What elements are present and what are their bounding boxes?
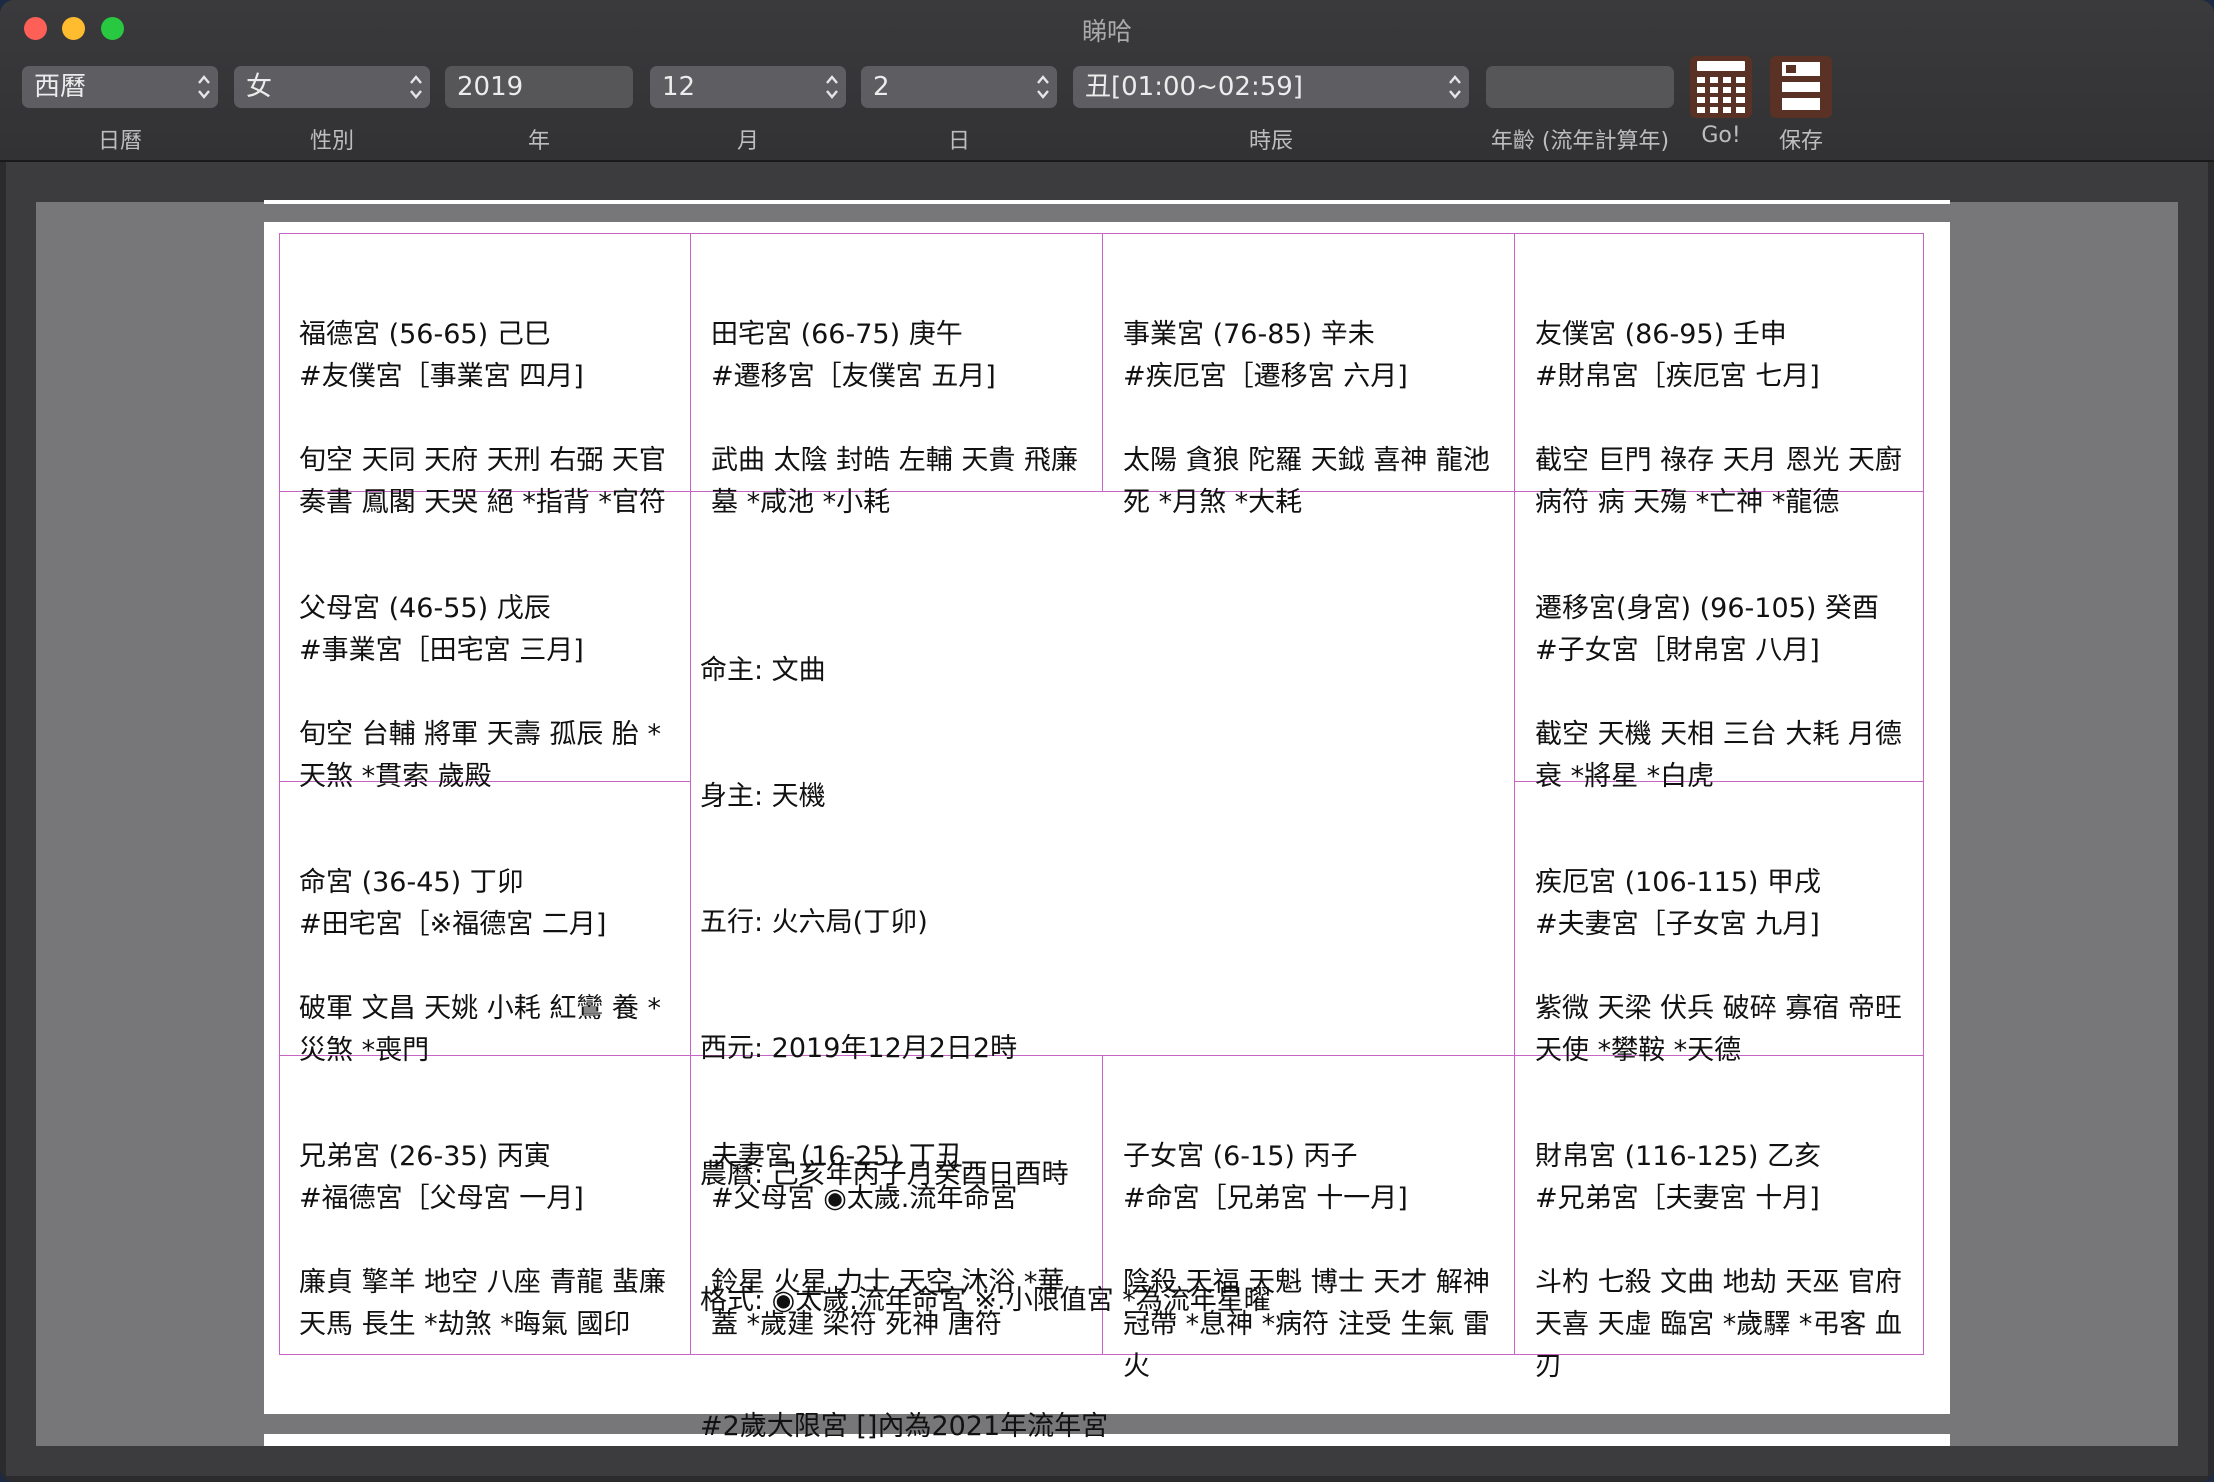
palace-ref: #疾厄宮［遷移宮 六月] xyxy=(1123,361,1408,392)
chart-center-info: 命主: 文曲 身主: 天機 五行: 火六局(丁卯) 西元: 2019年12月2日… xyxy=(700,566,1500,1482)
palace-header: 福德宮 (56-65) 己巳 xyxy=(299,319,551,350)
lunar-date: 農曆: 己亥年丙子月癸酉日酉時 xyxy=(700,1159,1069,1190)
wu-xing: 五行: 火六局(丁卯) xyxy=(700,907,928,938)
month-select-value: 12 xyxy=(662,72,696,102)
ming-zhu: 命主: 文曲 xyxy=(700,655,826,686)
month-label: 月 xyxy=(736,129,759,154)
year-input-value: 2019 xyxy=(457,72,524,102)
age-label: 年齡 (流年計算年) xyxy=(1490,129,1670,154)
save-icon xyxy=(1782,62,1820,110)
shen-zhu: 身主: 天機 xyxy=(700,781,826,812)
palace-ref: #福德宮［父母宮 一月] xyxy=(299,1183,584,1214)
month-select[interactable]: 12 xyxy=(650,66,846,108)
palace-header: 遷移宮(身宮) (96-105) 癸酉 xyxy=(1535,593,1879,624)
hour-chevron-updown-icon xyxy=(1447,72,1463,102)
palace-cell-shiye: 事業宮 (76-85) 辛未 #疾厄宮［遷移宮 六月] 太陽 貪狼 陀羅 天鉞 喜神… xyxy=(1103,230,1514,608)
day-select[interactable]: 2 xyxy=(861,66,1057,108)
palace-header: 命宮 (36-45) 丁卯 xyxy=(299,867,524,898)
solar-date: 西元: 2019年12月2日2時 xyxy=(700,1033,1018,1064)
day-select-value: 2 xyxy=(873,72,890,102)
palace-header: 事業宮 (76-85) 辛未 xyxy=(1123,319,1375,350)
palace-cell-tianzhai: 田宅宮 (66-75) 庚午 #遷移宮［友僕宮 五月] 武曲 太陰 封皓 左輔 天貴… xyxy=(691,230,1102,608)
gender-select[interactable]: 女 xyxy=(234,66,430,108)
hour-label: 時辰 xyxy=(1248,129,1293,154)
palace-legend: #2歲大限宮 []內為2021年流年宮 xyxy=(700,1411,1109,1442)
palace-ref: #遷移宮［友僕宮 五月] xyxy=(711,361,996,392)
go-button[interactable] xyxy=(1690,56,1752,118)
save-button[interactable] xyxy=(1770,56,1832,118)
gender-label: 性別 xyxy=(309,129,354,154)
gender-chevron-updown-icon xyxy=(408,72,424,102)
palace-ref: #夫妻宮［子女宮 九月] xyxy=(1535,909,1820,940)
palace-header: 疾厄宮 (106-115) 甲戌 xyxy=(1535,867,1822,898)
hour-select[interactable]: 丑[01:00~02:59] xyxy=(1073,66,1469,108)
palace-stars: 廉貞 擎羊 地空 八座 青龍 蜚廉 天馬 長生 *劫煞 *晦氣 國印 xyxy=(299,1267,675,1340)
gender-select-value: 女 xyxy=(246,72,273,102)
day-label: 日 xyxy=(947,129,970,154)
palace-ref: #財帛宮［疾厄宮 七月] xyxy=(1535,361,1820,392)
palace-ref: #子女宮［財帛宮 八月] xyxy=(1535,635,1820,666)
year-label: 年 xyxy=(527,129,550,154)
format-legend: 格式: ◉太歲.流年命宮 ※.小限值宮 *為流年星曜 xyxy=(700,1285,1271,1316)
hour-select-value: 丑[01:00~02:59] xyxy=(1085,72,1303,102)
palace-ref: #友僕宮［事業宮 四月] xyxy=(299,361,584,392)
previous-page-edge xyxy=(264,200,1950,204)
palace-header: 兄弟宮 (26-35) 丙寅 xyxy=(299,1141,551,1172)
palace-cell-caibo: 財帛宮 (116-125) 乙亥 #兄弟宮［夫妻宮 十月] 斗杓 七殺 文曲 地劫 … xyxy=(1515,1052,1924,1472)
title-bar: 睇哈 西曆 日曆 女 性別 2019 年 12 月 2 日 丑[01:00~02… xyxy=(0,0,2214,162)
palace-header: 父母宮 (46-55) 戊辰 xyxy=(299,593,551,624)
calendar-label: 日曆 xyxy=(97,129,142,154)
month-chevron-updown-icon xyxy=(824,72,840,102)
calculator-icon xyxy=(1697,61,1745,113)
palace-ref: #事業宮［田宅宮 三月] xyxy=(299,635,584,666)
palace-ref: #田宅宮［※福德宮 二月] xyxy=(299,909,607,940)
palace-stars: 斗杓 七殺 文曲 地劫 天巫 官府 天喜 天虛 臨宮 *歲驛 *弔客 血刃 xyxy=(1535,1267,1911,1382)
calendar-chevron-updown-icon xyxy=(196,72,212,102)
palace-header: 田宅宮 (66-75) 庚午 xyxy=(711,319,963,350)
calendar-select[interactable]: 西曆 xyxy=(22,66,218,108)
year-input[interactable]: 2019 xyxy=(445,66,633,108)
go-label: Go! xyxy=(1701,123,1741,148)
palace-ref: #兄弟宮［夫妻宮 十月] xyxy=(1535,1183,1820,1214)
palace-header: 財帛宮 (116-125) 乙亥 xyxy=(1535,1141,1822,1172)
age-input[interactable] xyxy=(1486,66,1674,108)
palace-stars: 太陽 貪狼 陀羅 天鉞 喜神 龍池 死 *月煞 *大耗 xyxy=(1123,445,1499,518)
window-title: 睇哈 xyxy=(1081,17,1132,46)
palace-header: 友僕宮 (86-95) 壬申 xyxy=(1535,319,1787,350)
app-window: 睇哈 西曆 日曆 女 性別 2019 年 12 月 2 日 丑[01:00~02… xyxy=(0,0,2214,1482)
palace-stars: 武曲 太陰 封皓 左輔 天貴 飛廉 墓 *咸池 *小耗 xyxy=(711,445,1087,518)
palace-cell-xiongdi: 兄弟宮 (26-35) 丙寅 #福德宮［父母宮 一月] 廉貞 擎羊 地空 八座 青龍… xyxy=(279,1052,690,1430)
save-label: 保存 xyxy=(1778,129,1823,154)
calendar-select-value: 西曆 xyxy=(34,72,87,102)
day-chevron-updown-icon xyxy=(1035,72,1051,102)
